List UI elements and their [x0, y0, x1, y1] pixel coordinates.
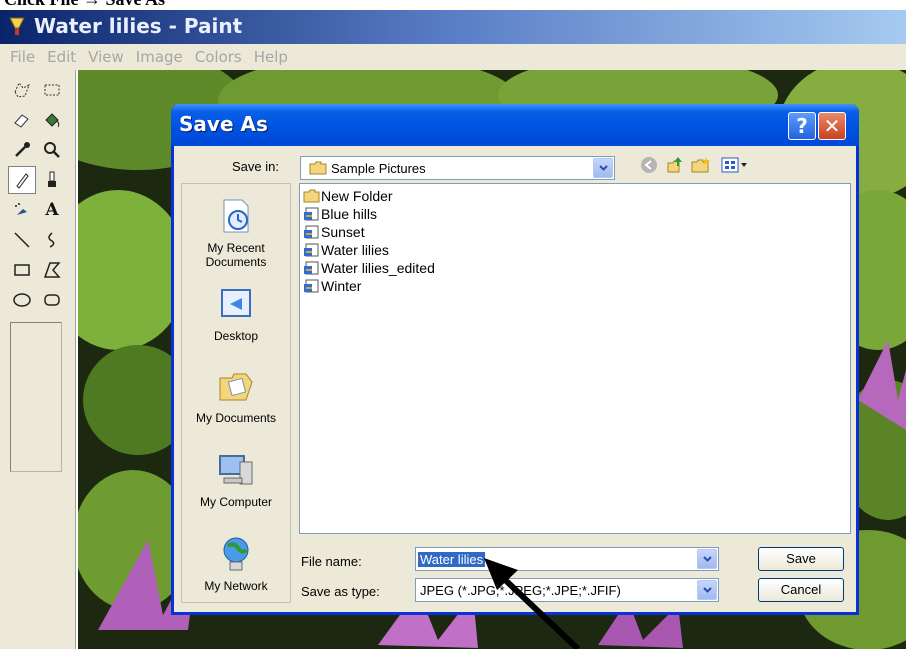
dialog-title: Save As — [179, 112, 268, 136]
place-my-network[interactable]: My Network — [182, 534, 290, 593]
new-folder-icon[interactable] — [690, 154, 712, 176]
my-computer-icon — [219, 455, 253, 485]
close-button[interactable]: ✕ — [818, 112, 846, 140]
app-titlebar: Water lilies - Paint — [0, 10, 906, 44]
back-icon[interactable] — [638, 154, 660, 176]
save-as-dialog: Save As ? ✕ Save in: Sample Pictures My … — [171, 104, 859, 615]
toolbox: A — [0, 70, 76, 649]
image-file-icon — [304, 207, 319, 221]
ellipse-tool-icon[interactable] — [8, 286, 36, 314]
image-file-icon — [304, 279, 319, 293]
chevron-down-icon[interactable] — [697, 549, 717, 569]
menu-bar: File Edit View Image Colors Help — [0, 44, 906, 70]
file-name: Blue hills — [321, 206, 378, 222]
list-item[interactable]: Winter — [303, 277, 361, 295]
menu-help[interactable]: Help — [248, 48, 294, 66]
pencil-tool-icon[interactable] — [8, 166, 36, 194]
my-documents-icon — [219, 373, 253, 401]
place-my-recent-documents[interactable]: My Recent Documents — [182, 196, 290, 269]
menu-file[interactable]: File — [4, 48, 41, 66]
image-file-icon — [304, 225, 319, 239]
save-as-type-value: JPEG (*.JPG;*.JPEG;*.JPE;*.JFIF) — [420, 582, 621, 598]
place-label-recent: My Recent Documents — [205, 241, 267, 269]
image-file-icon — [304, 243, 319, 257]
free-select-tool-icon[interactable] — [8, 76, 36, 104]
place-label-my-documents: My Documents — [195, 411, 277, 425]
dialog-titlebar: Save As ? ✕ — [171, 104, 859, 146]
text-tool-icon[interactable]: A — [38, 196, 66, 224]
file-name-value: Water lilies — [418, 551, 486, 567]
list-item[interactable]: Water lilies_edited — [303, 259, 435, 277]
list-item[interactable]: Water lilies — [303, 241, 389, 259]
save-as-type-label: Save as type: — [301, 584, 380, 599]
chevron-down-icon[interactable] — [697, 580, 717, 600]
up-folder-icon[interactable] — [664, 154, 686, 176]
file-name: Water lilies_edited — [321, 260, 435, 276]
save-in-dropdown[interactable]: Sample Pictures — [300, 156, 615, 180]
magnifier-tool-icon[interactable] — [38, 136, 66, 164]
app-title: Water lilies - Paint — [34, 14, 243, 38]
place-my-computer[interactable]: My Computer — [182, 450, 290, 509]
place-label-desktop: Desktop — [213, 329, 259, 343]
menu-colors[interactable]: Colors — [189, 48, 248, 66]
paint-app-icon — [9, 17, 25, 35]
place-label-my-computer: My Computer — [199, 495, 273, 509]
rounded-rect-tool-icon[interactable] — [38, 286, 66, 314]
rect-select-tool-icon[interactable] — [38, 76, 66, 104]
file-name: Sunset — [321, 224, 365, 240]
line-tool-icon[interactable] — [8, 226, 36, 254]
places-bar: My Recent Documents Desktop My Documents… — [181, 183, 291, 603]
list-item[interactable]: Blue hills — [303, 205, 377, 223]
file-name: Winter — [321, 278, 362, 294]
menu-view[interactable]: View — [82, 48, 130, 66]
airbrush-tool-icon[interactable] — [8, 196, 36, 224]
brush-tool-icon[interactable] — [38, 166, 66, 194]
place-desktop[interactable]: Desktop — [182, 284, 290, 343]
save-as-type-dropdown[interactable]: JPEG (*.JPG;*.JPEG;*.JPE;*.JFIF) — [415, 578, 719, 602]
curve-tool-icon[interactable] — [38, 226, 66, 254]
file-name: Water lilies — [321, 242, 389, 258]
menu-image[interactable]: Image — [130, 48, 189, 66]
folder-icon — [303, 189, 320, 203]
file-name-input[interactable]: Water lilies — [415, 547, 719, 571]
fill-tool-icon[interactable] — [38, 106, 66, 134]
file-name-label: File name: — [301, 554, 362, 569]
image-file-icon — [304, 261, 319, 275]
polygon-tool-icon[interactable] — [38, 256, 66, 284]
file-name: New Folder — [321, 188, 393, 204]
help-button[interactable]: ? — [788, 112, 816, 140]
chevron-down-icon[interactable] — [593, 158, 613, 178]
my-network-icon — [223, 537, 249, 571]
folder-icon — [309, 161, 327, 175]
eraser-tool-icon[interactable] — [8, 106, 36, 134]
instruction-caption: Click File → Save As — [0, 0, 906, 10]
color-picker-tool-icon[interactable] — [8, 136, 36, 164]
rectangle-tool-icon[interactable] — [8, 256, 36, 284]
menu-edit[interactable]: Edit — [41, 48, 82, 66]
save-button[interactable]: Save — [758, 547, 844, 571]
save-in-value: Sample Pictures — [331, 160, 426, 176]
cancel-button[interactable]: Cancel — [758, 578, 844, 602]
tool-options-box[interactable] — [10, 322, 62, 472]
place-my-documents[interactable]: My Documents — [182, 366, 290, 425]
instruction-caption-text: Click File → Save As — [4, 0, 165, 10]
views-menu-icon[interactable] — [720, 154, 750, 176]
recent-documents-icon — [223, 199, 249, 233]
list-item[interactable]: New Folder — [303, 187, 393, 205]
desktop-icon — [221, 289, 251, 317]
place-label-my-network: My Network — [204, 579, 268, 593]
save-in-label: Save in: — [232, 159, 279, 174]
list-item[interactable]: Sunset — [303, 223, 365, 241]
file-list[interactable]: New Folder Blue hills Sunset Water lilie… — [299, 183, 851, 534]
